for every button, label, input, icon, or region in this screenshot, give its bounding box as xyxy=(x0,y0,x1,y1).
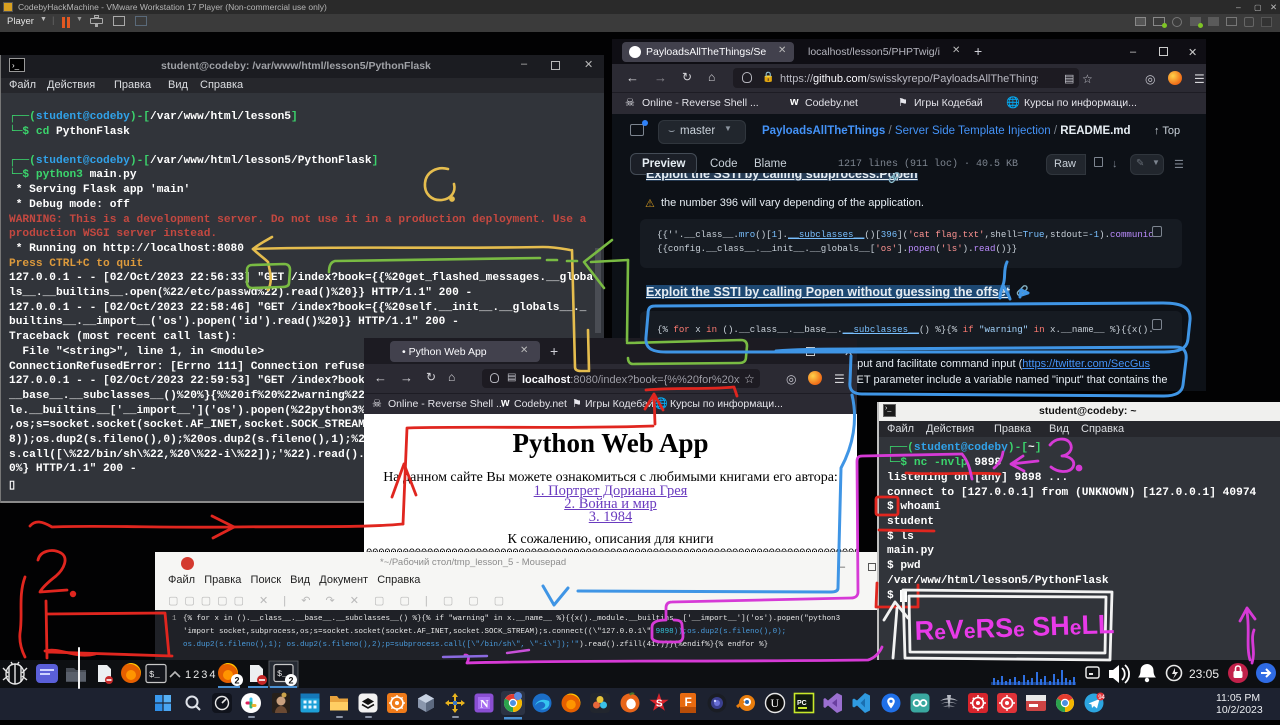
svg-text:ReVeRSe SHeLL: ReVeRSe SHeLL xyxy=(914,609,1115,646)
